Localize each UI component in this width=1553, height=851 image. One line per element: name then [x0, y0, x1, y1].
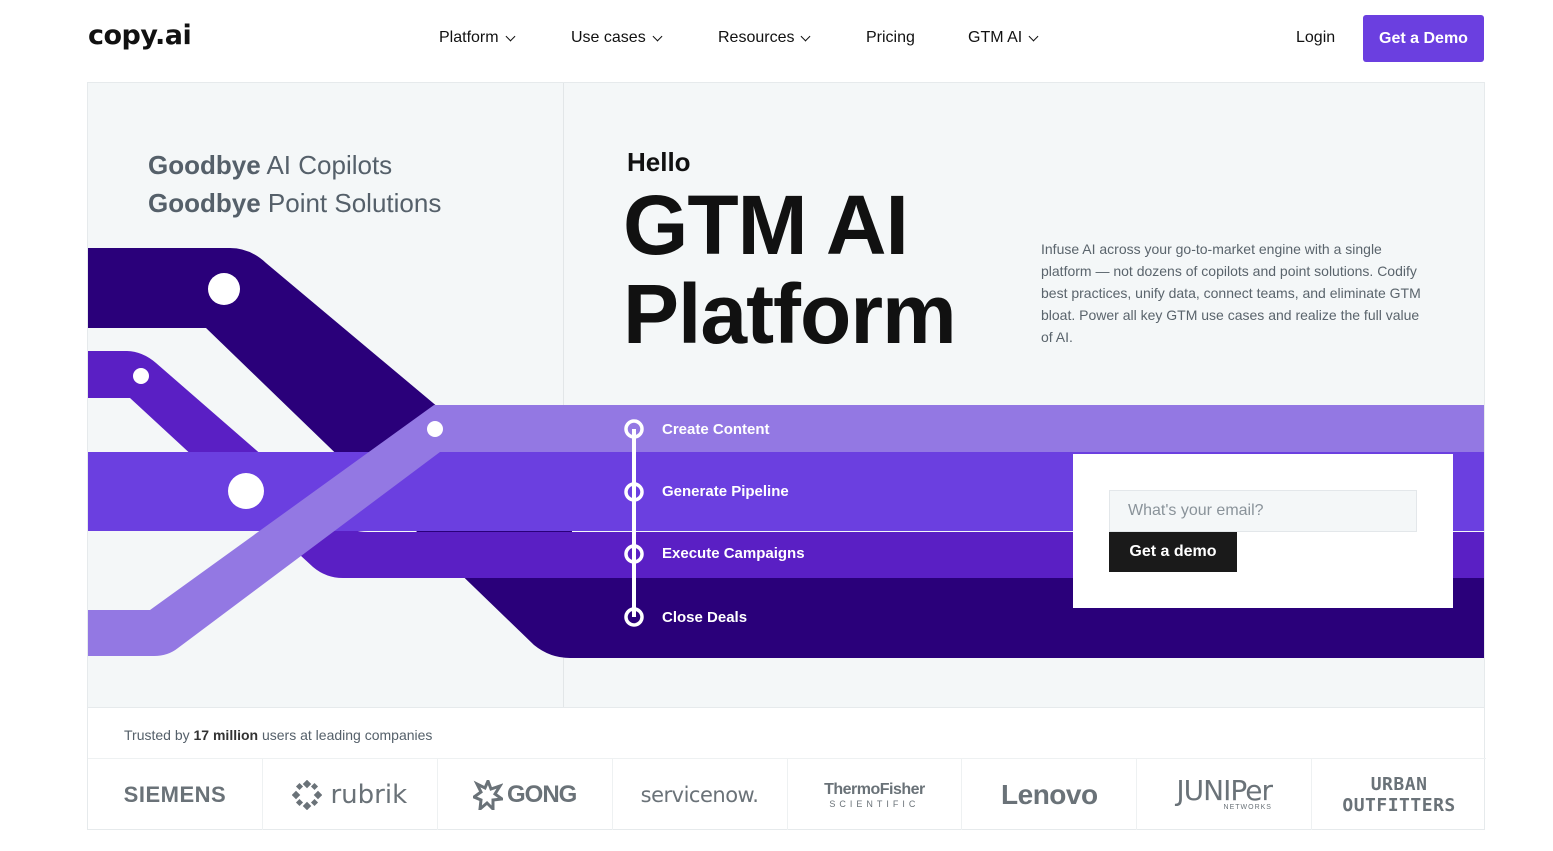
logo-servicenow: servicenow.: [613, 759, 788, 830]
trusted-suffix: users at leading companies: [258, 727, 433, 743]
step-create-content: Create Content: [662, 421, 770, 438]
chevron-down-icon: [652, 31, 663, 41]
logo-rubrik: rubrik: [263, 759, 438, 830]
nav-resources[interactable]: Resources: [718, 29, 811, 47]
logo-gong: GONG: [438, 759, 613, 830]
urban-wordmark-line-2: OUTFITTERS: [1342, 794, 1456, 816]
logo-juniper: JUNIPer NETWORKS: [1137, 759, 1313, 830]
station-dot: [133, 368, 149, 384]
gong-burst-icon: [473, 779, 504, 810]
nav-gtm-ai[interactable]: GTM AI: [968, 29, 1039, 47]
customer-logos: SIEMENS rubrik GONG servicenow. ThermoFi…: [88, 758, 1486, 830]
thermofisher-wordmark: ThermoFisher: [824, 780, 925, 798]
trusted-text: Trusted by 17 million users at leading c…: [124, 727, 432, 743]
logo-siemens: SIEMENS: [88, 759, 263, 830]
nav-use-cases[interactable]: Use cases: [571, 29, 663, 47]
get-a-demo-button[interactable]: Get a Demo: [1363, 15, 1484, 62]
chevron-down-icon: [801, 31, 811, 41]
trusted-count: 17 million: [193, 727, 259, 743]
nav-pricing-label: Pricing: [866, 29, 915, 46]
logo-lenovo: Lenovo: [962, 759, 1138, 830]
juniper-wordmark: JUNIPer: [1176, 774, 1273, 807]
thermofisher-subtitle: SCIENTIFIC: [829, 798, 920, 809]
siemens-wordmark: SIEMENS: [123, 781, 227, 807]
logo-urban-outfitters: URBAN OUTFITTERS: [1312, 759, 1486, 830]
lenovo-wordmark: Lenovo: [1001, 778, 1098, 810]
site-header: copy.ai Platform Use cases Resources Pri…: [0, 0, 1553, 82]
rubrik-icon: [292, 779, 323, 810]
chevron-down-icon: [1028, 31, 1039, 41]
nav-pricing[interactable]: Pricing: [866, 29, 915, 47]
trusted-by-section: Trusted by 17 million users at leading c…: [87, 707, 1486, 830]
nav-platform-label: Platform: [439, 29, 499, 46]
station-dot: [208, 273, 240, 305]
nav-platform[interactable]: Platform: [439, 29, 516, 47]
email-signup-card: What's your email? Get a demo: [1073, 454, 1453, 608]
track-graphic: [88, 248, 1484, 658]
trusted-prefix: Trusted by: [124, 727, 194, 743]
rubrik-wordmark: rubrik: [330, 779, 408, 810]
copyai-logo[interactable]: copy.ai: [88, 20, 192, 51]
step-execute-campaigns: Execute Campaigns: [662, 545, 805, 562]
login-link[interactable]: Login: [1296, 29, 1335, 47]
email-input[interactable]: What's your email?: [1109, 490, 1417, 532]
station-dot: [228, 473, 264, 509]
nav-resources-label: Resources: [718, 29, 795, 46]
logo-thermofisher: ThermoFisher SCIENTIFIC: [788, 759, 963, 830]
gong-wordmark: GONG: [507, 780, 577, 808]
get-a-demo-submit-button[interactable]: Get a demo: [1109, 532, 1237, 572]
urban-wordmark-line-1: URBAN: [1370, 773, 1428, 795]
station-dot: [427, 421, 443, 437]
nav-use-cases-label: Use cases: [571, 29, 646, 46]
hero-section: Goodbye AI Copilots Goodbye Point Soluti…: [87, 82, 1485, 707]
servicenow-wordmark: servicenow.: [640, 782, 759, 807]
step-close-deals: Close Deals: [662, 609, 748, 626]
nav-gtm-ai-label: GTM AI: [968, 29, 1023, 46]
chevron-down-icon: [505, 31, 516, 41]
step-generate-pipeline: Generate Pipeline: [662, 483, 789, 500]
